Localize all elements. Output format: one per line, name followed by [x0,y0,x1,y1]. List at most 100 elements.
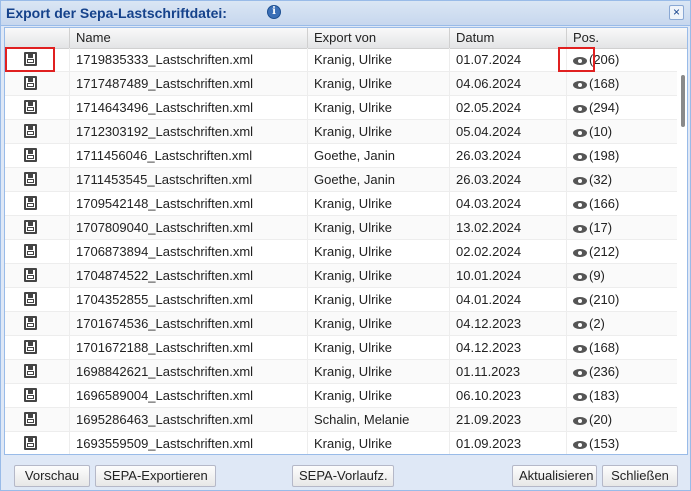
save-cell [5,72,70,95]
eye-icon[interactable] [573,416,587,425]
export-window: Export der Sepa-Lastschriftdatei: i × Na… [0,0,691,491]
pos-count: (168) [589,340,620,355]
table-row[interactable]: 1701672188_Lastschriften.xml Kranig, Ulri… [5,336,677,360]
save-cell [5,384,70,407]
table-row[interactable]: 1707809040_Lastschriften.xml Kranig, Ulri… [5,216,677,240]
eye-icon[interactable] [573,320,587,329]
sepa-exportieren-button[interactable]: SEPA-Exportieren [95,465,216,487]
column-header-name[interactable]: Name [70,28,308,48]
table-row[interactable]: 1698842621_Lastschriften.xml Kranig, Ulri… [5,360,677,384]
export-von: Kranig, Ulrike [308,120,450,143]
table-row[interactable]: 1696589004_Lastschriften.xml Kranig, Ulri… [5,384,677,408]
info-icon[interactable]: i [267,5,281,19]
save-icon[interactable] [24,364,37,378]
pos-count: (20) [589,412,613,427]
file-name: 1704874522_Lastschriften.xml [70,264,308,287]
eye-icon[interactable] [573,200,587,209]
save-icon[interactable] [24,148,37,162]
save-cell [5,96,70,119]
table-row[interactable]: 1706873894_Lastschriften.xml Kranig, Ulri… [5,240,677,264]
table-row[interactable]: 1693559509_Lastschriften.xml Kranig, Ulri… [5,432,677,454]
schliessen-button[interactable]: Schließen [602,465,678,487]
save-icon[interactable] [24,268,37,282]
button-bar: Vorschau SEPA-Exportieren SEPA-Vorlaufz.… [1,457,690,490]
eye-icon[interactable] [573,272,587,281]
column-header-datum[interactable]: Datum [450,28,567,48]
pos-cell: (10) [567,120,677,143]
vorschau-button[interactable]: Vorschau [14,465,90,487]
save-cell [5,312,70,335]
save-icon[interactable] [24,220,37,234]
eye-icon[interactable] [573,344,587,353]
file-name: 1704352855_Lastschriften.xml [70,288,308,311]
save-icon[interactable] [24,124,37,138]
column-header-actions[interactable] [5,28,70,48]
export-grid: Name Export von Datum Pos. 1719835333_La… [4,27,688,455]
table-row[interactable]: 1711453545_Lastschriften.xml Goethe, Jani… [5,168,677,192]
save-icon[interactable] [24,244,37,258]
pos-count: (236) [589,364,620,379]
pos-count: (166) [589,196,620,211]
table-row[interactable]: 1712303192_Lastschriften.xml Kranig, Ulri… [5,120,677,144]
pos-count: (153) [589,436,620,451]
datum: 02.05.2024 [450,96,567,119]
export-von: Kranig, Ulrike [308,384,450,407]
table-row[interactable]: 1714643496_Lastschriften.xml Kranig, Ulri… [5,96,677,120]
table-row[interactable]: 1704874522_Lastschriften.xml Kranig, Ulri… [5,264,677,288]
save-cell [5,336,70,359]
save-icon[interactable] [24,340,37,354]
table-row[interactable]: 1704352855_Lastschriften.xml Kranig, Ulri… [5,288,677,312]
datum: 05.04.2024 [450,120,567,143]
window-title: Export der Sepa-Lastschriftdatei: [6,5,227,21]
vertical-scrollbar[interactable] [680,48,686,454]
save-icon[interactable] [24,172,37,186]
table-row[interactable]: 1711456046_Lastschriften.xml Goethe, Jani… [5,144,677,168]
table-row[interactable]: 1701674536_Lastschriften.xml Kranig, Ulri… [5,312,677,336]
eye-icon[interactable] [573,224,587,233]
pos-cell: (294) [567,96,677,119]
save-icon[interactable] [24,292,37,306]
datum: 01.09.2023 [450,432,567,454]
export-von: Kranig, Ulrike [308,360,450,383]
file-name: 1717487489_Lastschriften.xml [70,72,308,95]
table-row[interactable]: 1709542148_Lastschriften.xml Kranig, Ulri… [5,192,677,216]
eye-icon[interactable] [573,296,587,305]
aktualisieren-button[interactable]: Aktualisieren [512,465,597,487]
eye-icon[interactable] [573,248,587,257]
datum: 04.12.2023 [450,336,567,359]
file-name: 1701672188_Lastschriften.xml [70,336,308,359]
pos-cell: (32) [567,168,677,191]
file-name: 1719835333_Lastschriften.xml [70,48,308,71]
pos-count: (2) [589,316,605,331]
eye-icon[interactable] [573,176,587,185]
eye-icon[interactable] [573,80,587,89]
eye-icon[interactable] [573,440,587,449]
save-icon[interactable] [24,76,37,90]
table-row[interactable]: 1695286463_Lastschriften.xml Schalin, Mel… [5,408,677,432]
save-icon[interactable] [24,316,37,330]
save-icon[interactable] [24,100,37,114]
table-row[interactable]: 1717487489_Lastschriften.xml Kranig, Ulri… [5,72,677,96]
export-von: Kranig, Ulrike [308,264,450,287]
datum: 01.11.2023 [450,360,567,383]
eye-icon[interactable] [573,104,587,113]
grid-header: Name Export von Datum Pos. [5,28,687,49]
save-icon[interactable] [24,196,37,210]
export-von: Kranig, Ulrike [308,312,450,335]
save-icon[interactable] [24,436,37,450]
eye-icon[interactable] [573,152,587,161]
save-icon[interactable] [24,388,37,402]
close-icon[interactable]: × [669,5,684,20]
sepa-vorlaufz-button[interactable]: SEPA-Vorlaufz. [292,465,394,487]
column-header-pos[interactable]: Pos. [567,28,687,48]
pos-count: (9) [589,268,605,283]
eye-icon[interactable] [573,392,587,401]
eye-icon[interactable] [573,128,587,137]
column-header-export-von[interactable]: Export von [308,28,450,48]
save-icon[interactable] [24,412,37,426]
save-cell [5,144,70,167]
export-von: Kranig, Ulrike [308,336,450,359]
scrollbar-thumb[interactable] [681,75,685,127]
save-cell [5,432,70,454]
eye-icon[interactable] [573,368,587,377]
